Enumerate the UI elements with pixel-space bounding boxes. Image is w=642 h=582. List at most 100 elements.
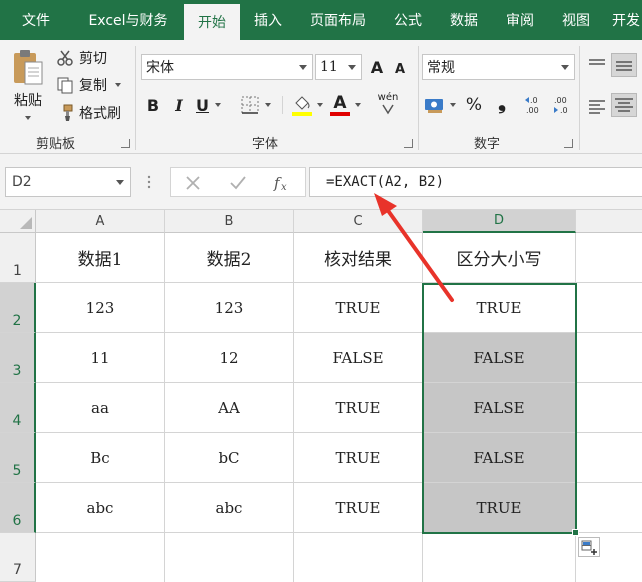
- cell-a3[interactable]: 11: [36, 333, 165, 383]
- format-painter-button[interactable]: 格式刷: [56, 101, 121, 125]
- cell-a7[interactable]: [36, 533, 165, 582]
- cell-e1[interactable]: [576, 233, 642, 283]
- cell-a5[interactable]: Bc: [36, 433, 165, 483]
- cell-c4[interactable]: TRUE: [294, 383, 423, 433]
- cell-b3[interactable]: 12: [165, 333, 294, 383]
- select-all-button[interactable]: [0, 210, 36, 233]
- cut-button[interactable]: 剪切: [56, 46, 107, 70]
- align-left-button[interactable]: [588, 95, 608, 117]
- dialog-launcher-icon[interactable]: [404, 139, 413, 148]
- cell-d3[interactable]: FALSE: [423, 333, 576, 383]
- column-header-b[interactable]: B: [165, 210, 294, 233]
- cell-a6[interactable]: abc: [36, 483, 165, 533]
- column-header-d[interactable]: D: [423, 210, 576, 233]
- tab-developer[interactable]: 开发: [604, 0, 642, 40]
- percent-style-button[interactable]: %: [466, 93, 482, 117]
- tab-file[interactable]: 文件: [0, 0, 72, 40]
- svg-text:.0: .0: [530, 96, 538, 105]
- cell-d1[interactable]: 区分大小写: [423, 233, 576, 283]
- cell-e4[interactable]: [576, 383, 642, 433]
- fill-color-button[interactable]: [291, 92, 323, 118]
- font-name-select[interactable]: 宋体: [141, 54, 313, 80]
- tab-excel-finance[interactable]: Excel与财务: [72, 0, 184, 40]
- percent-icon: %: [465, 95, 483, 115]
- tab-insert[interactable]: 插入: [240, 0, 296, 40]
- phonetic-guide-button[interactable]: wén: [377, 92, 399, 118]
- cell-d7[interactable]: [423, 533, 576, 582]
- column-header-a[interactable]: A: [36, 210, 165, 233]
- svg-text:.00: .00: [526, 106, 539, 115]
- row-header-4[interactable]: 4: [0, 383, 36, 433]
- align-top-button[interactable]: [588, 54, 608, 76]
- cell-a4[interactable]: aa: [36, 383, 165, 433]
- paste-button[interactable]: 粘贴: [8, 48, 48, 128]
- cell-b1[interactable]: 数据2: [165, 233, 294, 283]
- cell-c7[interactable]: [294, 533, 423, 582]
- cell-b2[interactable]: 123: [165, 283, 294, 333]
- tab-view[interactable]: 视图: [548, 0, 604, 40]
- font-color-button[interactable]: A: [329, 92, 361, 118]
- row-header-3[interactable]: 3: [0, 333, 36, 383]
- cell-e6[interactable]: [576, 483, 642, 533]
- increase-decimal-button[interactable]: .0 .00: [524, 93, 546, 117]
- shrink-font-button[interactable]: A: [393, 58, 407, 80]
- cell-d4[interactable]: FALSE: [423, 383, 576, 433]
- cancel-icon[interactable]: [185, 175, 201, 191]
- row-header-1[interactable]: 1: [0, 233, 36, 283]
- number-format-select[interactable]: 常规: [422, 54, 575, 80]
- dialog-launcher-icon[interactable]: [121, 139, 130, 148]
- fill-handle[interactable]: [572, 529, 579, 536]
- cell-b6[interactable]: abc: [165, 483, 294, 533]
- cell-e3[interactable]: [576, 333, 642, 383]
- cell-e5[interactable]: [576, 433, 642, 483]
- column-header-c[interactable]: C: [294, 210, 423, 233]
- cell-d5[interactable]: FALSE: [423, 433, 576, 483]
- svg-text:.0: .0: [560, 106, 568, 115]
- insert-function-icon[interactable]: f x: [273, 173, 293, 193]
- tab-review[interactable]: 审阅: [492, 0, 548, 40]
- row-header-2[interactable]: 2: [0, 283, 36, 333]
- group-divider: [282, 96, 283, 114]
- cell-c3[interactable]: FALSE: [294, 333, 423, 383]
- tab-formulas[interactable]: 公式: [380, 0, 436, 40]
- quick-analysis-button[interactable]: [578, 537, 600, 557]
- align-middle-button[interactable]: [611, 53, 637, 77]
- name-box[interactable]: D2: [5, 167, 131, 197]
- align-center-button[interactable]: [611, 93, 637, 117]
- cell-d2[interactable]: TRUE: [423, 283, 576, 333]
- enter-check-icon[interactable]: [229, 175, 247, 191]
- cell-c5[interactable]: TRUE: [294, 433, 423, 483]
- cell-c1[interactable]: 核对结果: [294, 233, 423, 283]
- cell-a1[interactable]: 数据1: [36, 233, 165, 283]
- cell-e2[interactable]: [576, 283, 642, 333]
- row-header-7[interactable]: 7: [0, 533, 36, 582]
- decrease-decimal-button[interactable]: .00 .0: [552, 93, 574, 117]
- bold-button[interactable]: B: [145, 93, 161, 117]
- accounting-format-button[interactable]: [424, 93, 456, 117]
- cell-c6[interactable]: TRUE: [294, 483, 423, 533]
- column-header-e[interactable]: [576, 210, 642, 233]
- tab-home[interactable]: 开始: [184, 4, 240, 40]
- accounting-icon: [425, 99, 443, 113]
- cell-a2[interactable]: 123: [36, 283, 165, 333]
- font-size-select[interactable]: 11: [315, 54, 362, 80]
- cell-b4[interactable]: AA: [165, 383, 294, 433]
- comma-style-button[interactable]: ❟: [496, 90, 508, 114]
- tab-page-layout[interactable]: 页面布局: [296, 0, 380, 40]
- row-header-6[interactable]: 6: [0, 483, 36, 533]
- formula-input[interactable]: =EXACT(A2, B2): [309, 167, 642, 197]
- grow-font-button[interactable]: A: [369, 56, 385, 78]
- cell-d6[interactable]: TRUE: [423, 483, 576, 533]
- cell-b7[interactable]: [165, 533, 294, 582]
- underline-button[interactable]: U: [196, 93, 221, 117]
- cell-c2[interactable]: TRUE: [294, 283, 423, 333]
- dialog-launcher-icon[interactable]: [564, 139, 573, 148]
- drag-handle-icon[interactable]: [146, 174, 152, 190]
- cell-b5[interactable]: bC: [165, 433, 294, 483]
- align-left-icon: [589, 100, 605, 114]
- copy-button[interactable]: 复制: [56, 73, 121, 97]
- borders-button[interactable]: [240, 94, 271, 116]
- tab-data[interactable]: 数据: [436, 0, 492, 40]
- italic-button[interactable]: I: [171, 93, 187, 117]
- row-header-5[interactable]: 5: [0, 433, 36, 483]
